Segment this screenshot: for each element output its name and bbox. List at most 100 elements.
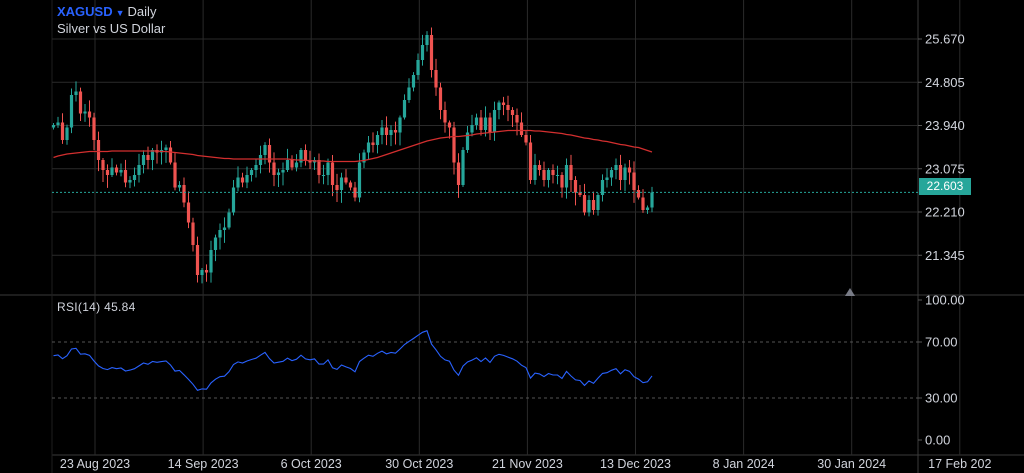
candlestick-series[interactable] bbox=[51, 27, 654, 284]
candle bbox=[537, 160, 542, 176]
symbol-label[interactable]: XAGUSD bbox=[57, 4, 113, 19]
candle bbox=[461, 147, 465, 187]
candle-body bbox=[569, 165, 573, 180]
candle-body bbox=[119, 170, 123, 173]
candle bbox=[456, 153, 461, 198]
candle-body bbox=[375, 135, 380, 145]
candle-body bbox=[317, 160, 321, 175]
candle bbox=[191, 217, 195, 252]
candle-body bbox=[483, 117, 488, 130]
candle bbox=[326, 158, 330, 186]
candle-body bbox=[114, 167, 119, 173]
candle-body bbox=[186, 202, 191, 223]
candle-body bbox=[227, 212, 231, 228]
candle bbox=[209, 240, 213, 283]
candle-body bbox=[101, 160, 105, 170]
candle-body bbox=[272, 162, 276, 175]
time-tick-label: 17 Feb 202 bbox=[928, 457, 991, 471]
candle-body bbox=[339, 177, 344, 190]
candle-body bbox=[263, 145, 267, 155]
candle-body bbox=[249, 170, 254, 175]
candle-body bbox=[447, 122, 452, 128]
candle-body bbox=[555, 175, 560, 176]
candle bbox=[285, 148, 290, 172]
candle-body bbox=[78, 91, 83, 114]
candle bbox=[69, 88, 74, 134]
chart-canvas[interactable]: 25.670 24.805 23.940 23.075 22.210 21.345 23 A… bbox=[0, 0, 1024, 473]
candle bbox=[56, 116, 60, 128]
current-price-badge: 22.603 bbox=[919, 178, 971, 195]
candle bbox=[222, 217, 227, 243]
candle-body bbox=[110, 167, 114, 175]
candle bbox=[506, 95, 510, 122]
event-marker-icon[interactable] bbox=[845, 288, 855, 296]
candle-body bbox=[564, 165, 569, 188]
candle bbox=[402, 94, 407, 120]
candle bbox=[483, 106, 488, 137]
candle-body bbox=[587, 200, 591, 213]
candle-body bbox=[461, 150, 465, 185]
candle-body bbox=[591, 200, 596, 210]
candle-body bbox=[204, 270, 209, 273]
candle bbox=[74, 81, 78, 102]
candle bbox=[384, 116, 389, 146]
candle-body bbox=[146, 155, 150, 160]
candle bbox=[542, 161, 546, 187]
time-tick-label: 30 Oct 2023 bbox=[385, 457, 453, 471]
candle bbox=[105, 164, 110, 188]
candle-body bbox=[209, 250, 213, 273]
interval-label[interactable]: Daily bbox=[128, 4, 157, 19]
candle bbox=[204, 264, 209, 282]
candle-body bbox=[222, 227, 227, 230]
candle bbox=[546, 168, 551, 188]
candle-body bbox=[398, 117, 402, 133]
candle bbox=[60, 113, 65, 144]
candle bbox=[492, 101, 497, 141]
candle-body bbox=[137, 165, 141, 175]
candle-body bbox=[168, 147, 173, 163]
candle bbox=[362, 149, 366, 169]
candle bbox=[650, 186, 654, 213]
candle-body bbox=[96, 140, 101, 160]
candle bbox=[218, 223, 222, 250]
candle-body bbox=[452, 127, 456, 163]
candle bbox=[236, 166, 240, 192]
candle-body bbox=[443, 110, 447, 123]
candle bbox=[263, 142, 267, 165]
candle-body bbox=[632, 172, 636, 190]
candle bbox=[497, 100, 501, 120]
candle-body bbox=[83, 111, 87, 114]
price-tick-label: 22.210 bbox=[925, 205, 965, 220]
candle-body bbox=[510, 110, 515, 115]
candle bbox=[195, 236, 200, 283]
candle-body bbox=[650, 192, 654, 208]
candle bbox=[353, 181, 357, 202]
time-tick-label: 14 Sep 2023 bbox=[168, 457, 239, 471]
candle-body bbox=[335, 185, 339, 190]
candle-body bbox=[402, 100, 407, 118]
candle bbox=[339, 172, 344, 203]
candle-body bbox=[321, 175, 326, 176]
candle-body bbox=[173, 162, 177, 188]
candle bbox=[245, 166, 249, 189]
caret-down-icon[interactable]: ▼ bbox=[116, 8, 125, 18]
grid-lines bbox=[0, 0, 1024, 473]
candle bbox=[515, 108, 519, 136]
candle-body bbox=[411, 75, 416, 88]
candle bbox=[312, 157, 317, 170]
candle bbox=[290, 155, 294, 171]
rsi-line bbox=[53, 329, 653, 391]
candle-body bbox=[618, 165, 623, 180]
rsi-tick-label: 70.00 bbox=[925, 335, 958, 350]
candle-body bbox=[276, 172, 281, 175]
candle-body bbox=[258, 155, 263, 165]
candle-body bbox=[330, 162, 335, 185]
candle bbox=[591, 191, 596, 215]
candle-body bbox=[636, 190, 641, 198]
candle bbox=[375, 131, 380, 154]
candle bbox=[389, 125, 393, 147]
candle-body bbox=[164, 147, 168, 150]
rsi-legend: RSI(14) 45.84 bbox=[57, 300, 136, 314]
candle bbox=[519, 112, 524, 137]
candle bbox=[627, 160, 632, 185]
